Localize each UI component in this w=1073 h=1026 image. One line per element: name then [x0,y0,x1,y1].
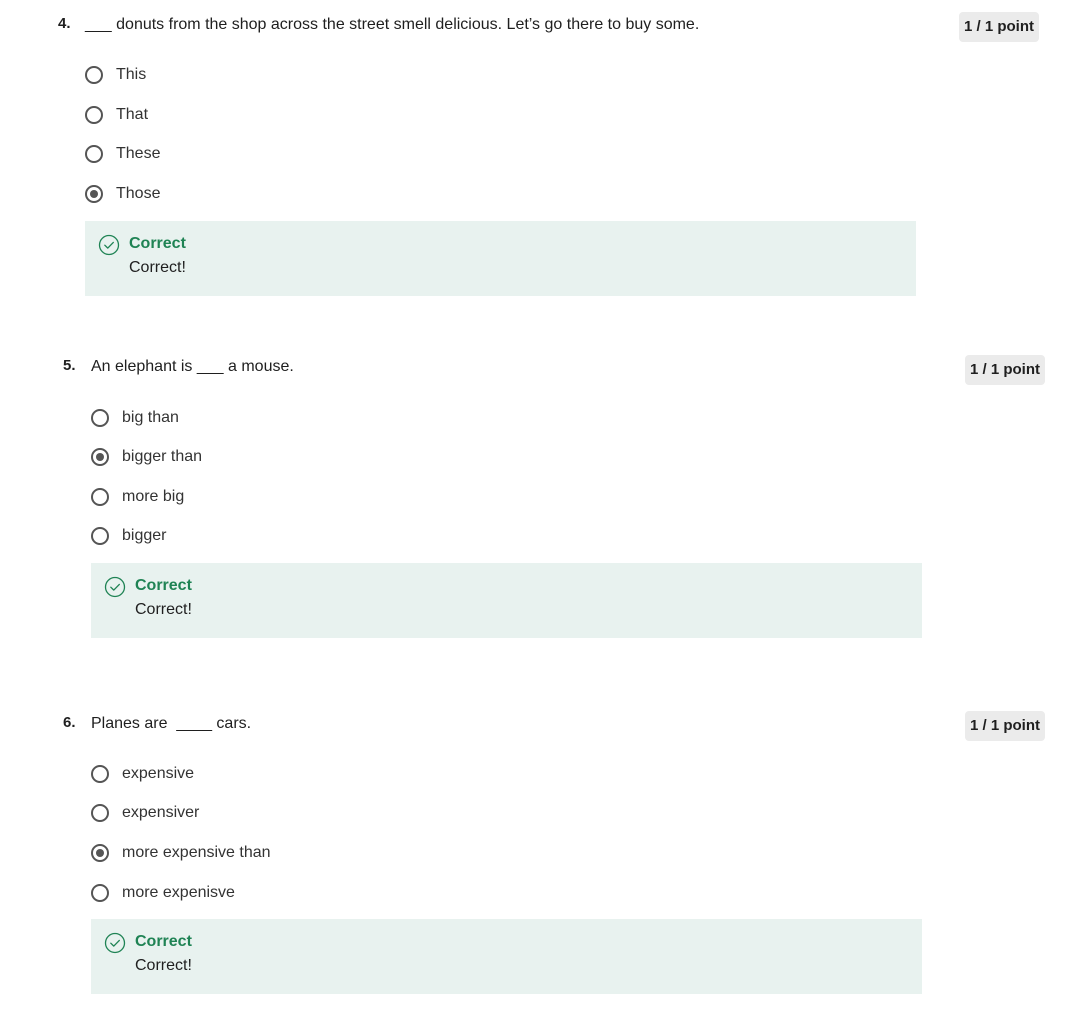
answer-option-label: expensiver [122,804,200,821]
feedback-box: Correct Correct! [91,563,922,638]
radio-button-icon[interactable] [85,185,103,203]
points-badge: 1 / 1 point [965,711,1046,741]
radio-button-icon[interactable] [91,844,109,862]
answer-option[interactable]: expensive [91,760,194,788]
answer-option[interactable]: bigger [91,522,166,550]
feedback-title: Correct [135,577,192,594]
answer-option[interactable]: bigger than [91,443,202,471]
radio-button-icon[interactable] [85,106,103,124]
points-badge: 1 / 1 point [959,12,1040,42]
radio-button-icon[interactable] [91,527,109,545]
answer-option-label: more big [122,488,185,505]
answer-option-label: This [116,66,147,83]
radio-button-icon[interactable] [91,409,109,427]
feedback-text: Correct! [135,601,192,618]
feedback-title: Correct [129,235,186,252]
feedback-title: Correct [135,933,192,950]
answer-option[interactable]: Those [85,180,160,208]
answer-option-label: more expenisve [122,884,235,901]
question-text: Planes are ____ cars. [91,715,252,732]
answer-option-label: These [116,145,161,162]
radio-button-icon[interactable] [91,765,109,783]
radio-button-icon[interactable] [91,488,109,506]
answer-option[interactable]: That [85,101,148,129]
answer-option[interactable]: expensiver [91,799,199,827]
radio-button-icon[interactable] [85,66,103,84]
feedback-text: Correct! [129,259,186,276]
radio-button-icon[interactable] [91,448,109,466]
question-text: An elephant is ___ a mouse. [91,358,294,375]
answer-option[interactable]: This [85,61,146,89]
feedback-box: Correct Correct! [91,919,922,994]
answer-option-label: more expensive than [122,844,271,861]
question-number: 6. [63,714,76,731]
points-badge: 1 / 1 point [965,355,1046,385]
question-text: ___ donuts from the shop across the stre… [85,16,700,33]
answer-option-label: big than [122,409,179,426]
answer-option[interactable]: more big [91,483,184,511]
check-circle-icon [104,576,126,598]
answer-option[interactable]: more expensive than [91,839,271,867]
answer-option[interactable]: big than [91,404,179,432]
radio-button-icon[interactable] [91,884,109,902]
radio-button-icon[interactable] [85,145,103,163]
answer-option-label: expensive [122,765,195,782]
answer-option-label: Those [116,185,161,202]
feedback-text: Correct! [135,957,192,974]
answer-option[interactable]: These [85,140,160,168]
question-number: 4. [58,15,71,32]
answer-option-label: bigger [122,527,167,544]
question-number: 5. [63,357,76,374]
answer-option[interactable]: more expenisve [91,879,235,907]
check-circle-icon [104,932,126,954]
answer-option-label: That [116,106,149,123]
feedback-box: Correct Correct! [85,221,916,296]
check-circle-icon [98,234,120,256]
radio-button-icon[interactable] [91,804,109,822]
answer-option-label: bigger than [122,448,203,465]
